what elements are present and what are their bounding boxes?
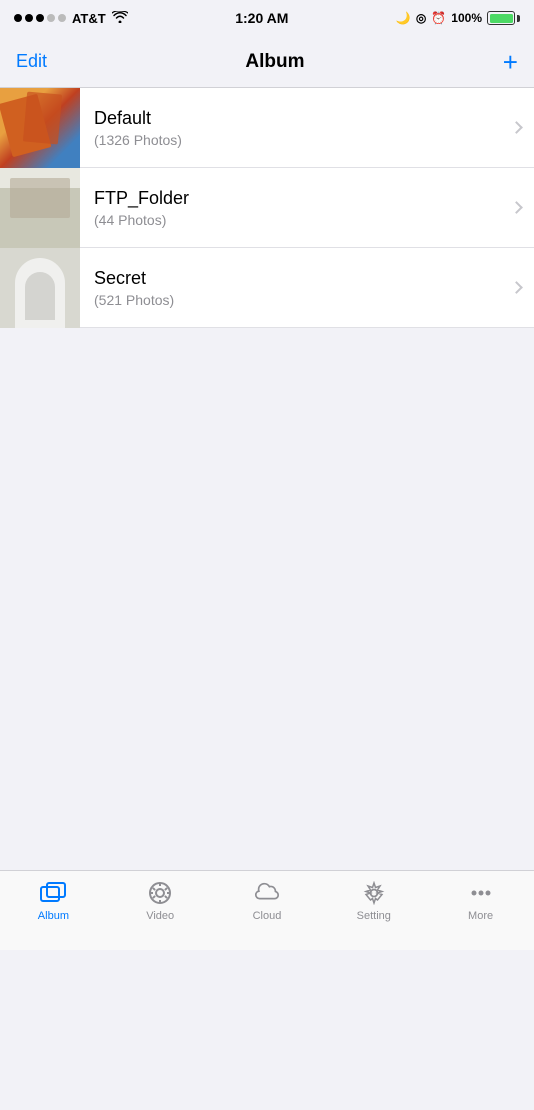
signal-dots bbox=[14, 14, 66, 22]
moon-icon: 🌙 bbox=[396, 11, 411, 25]
album-count-secret: (521 Photos) bbox=[94, 292, 484, 308]
cloud-tab-label: Cloud bbox=[253, 910, 282, 922]
album-name-secret: Secret bbox=[94, 268, 484, 289]
album-name-default: Default bbox=[94, 108, 484, 129]
location-icon: ◎ bbox=[416, 11, 426, 25]
album-info-ftp: FTP_Folder (44 Photos) bbox=[80, 188, 498, 228]
video-tab-label: Video bbox=[146, 910, 174, 922]
tab-setting[interactable]: Setting bbox=[320, 879, 427, 922]
album-tab-label: Album bbox=[38, 910, 69, 922]
album-info-secret: Secret (521 Photos) bbox=[80, 268, 498, 308]
tab-album[interactable]: Album bbox=[0, 879, 107, 922]
page-title: Album bbox=[245, 51, 304, 73]
signal-dot-2 bbox=[25, 14, 33, 22]
alarm-icon: ⏰ bbox=[431, 11, 446, 25]
signal-dot-4 bbox=[47, 14, 55, 22]
battery-icon bbox=[487, 11, 520, 25]
album-thumbnail-default bbox=[0, 88, 80, 168]
more-tab-icon bbox=[467, 879, 495, 907]
tab-bar: Album Video Cloud bbox=[0, 870, 534, 950]
album-list: Default (1326 Photos) FTP_Folder (44 Pho… bbox=[0, 88, 534, 328]
album-chevron-secret bbox=[498, 283, 534, 292]
status-right: 🌙 ◎ ⏰ 100% bbox=[396, 11, 520, 25]
album-count-ftp: (44 Photos) bbox=[94, 212, 484, 228]
album-chevron-ftp bbox=[498, 203, 534, 212]
status-left: AT&T bbox=[14, 11, 128, 26]
edit-button[interactable]: Edit bbox=[16, 51, 47, 72]
album-thumbnail-secret bbox=[0, 248, 80, 328]
chevron-right-icon-ftp bbox=[510, 201, 523, 214]
status-bar: AT&T 1:20 AM 🌙 ◎ ⏰ 100% bbox=[0, 0, 534, 36]
cloud-tab-icon bbox=[253, 879, 281, 907]
album-item-secret[interactable]: Secret (521 Photos) bbox=[0, 248, 534, 328]
setting-tab-icon bbox=[360, 879, 388, 907]
setting-tab-label: Setting bbox=[357, 910, 391, 922]
album-name-ftp: FTP_Folder bbox=[94, 188, 484, 209]
chevron-right-icon bbox=[510, 121, 523, 134]
carrier-label: AT&T bbox=[72, 11, 106, 26]
signal-dot-1 bbox=[14, 14, 22, 22]
album-item-default[interactable]: Default (1326 Photos) bbox=[0, 88, 534, 168]
add-album-button[interactable]: + bbox=[503, 49, 518, 75]
album-item-ftp[interactable]: FTP_Folder (44 Photos) bbox=[0, 168, 534, 248]
more-tab-label: More bbox=[468, 910, 493, 922]
battery-percent: 100% bbox=[451, 11, 482, 25]
chevron-right-icon-secret bbox=[510, 281, 523, 294]
tab-cloud[interactable]: Cloud bbox=[214, 879, 321, 922]
album-count-default: (1326 Photos) bbox=[94, 132, 484, 148]
signal-dot-3 bbox=[36, 14, 44, 22]
video-tab-icon bbox=[146, 879, 174, 907]
tab-video[interactable]: Video bbox=[107, 879, 214, 922]
content-area bbox=[0, 328, 534, 1110]
status-time: 1:20 AM bbox=[235, 10, 288, 26]
album-tab-icon bbox=[39, 879, 67, 907]
wifi-icon bbox=[112, 11, 128, 26]
nav-bar: Edit Album + bbox=[0, 36, 534, 88]
signal-dot-5 bbox=[58, 14, 66, 22]
album-chevron-default bbox=[498, 123, 534, 132]
album-thumbnail-ftp bbox=[0, 168, 80, 248]
tab-more[interactable]: More bbox=[427, 879, 534, 922]
album-info-default: Default (1326 Photos) bbox=[80, 108, 498, 148]
